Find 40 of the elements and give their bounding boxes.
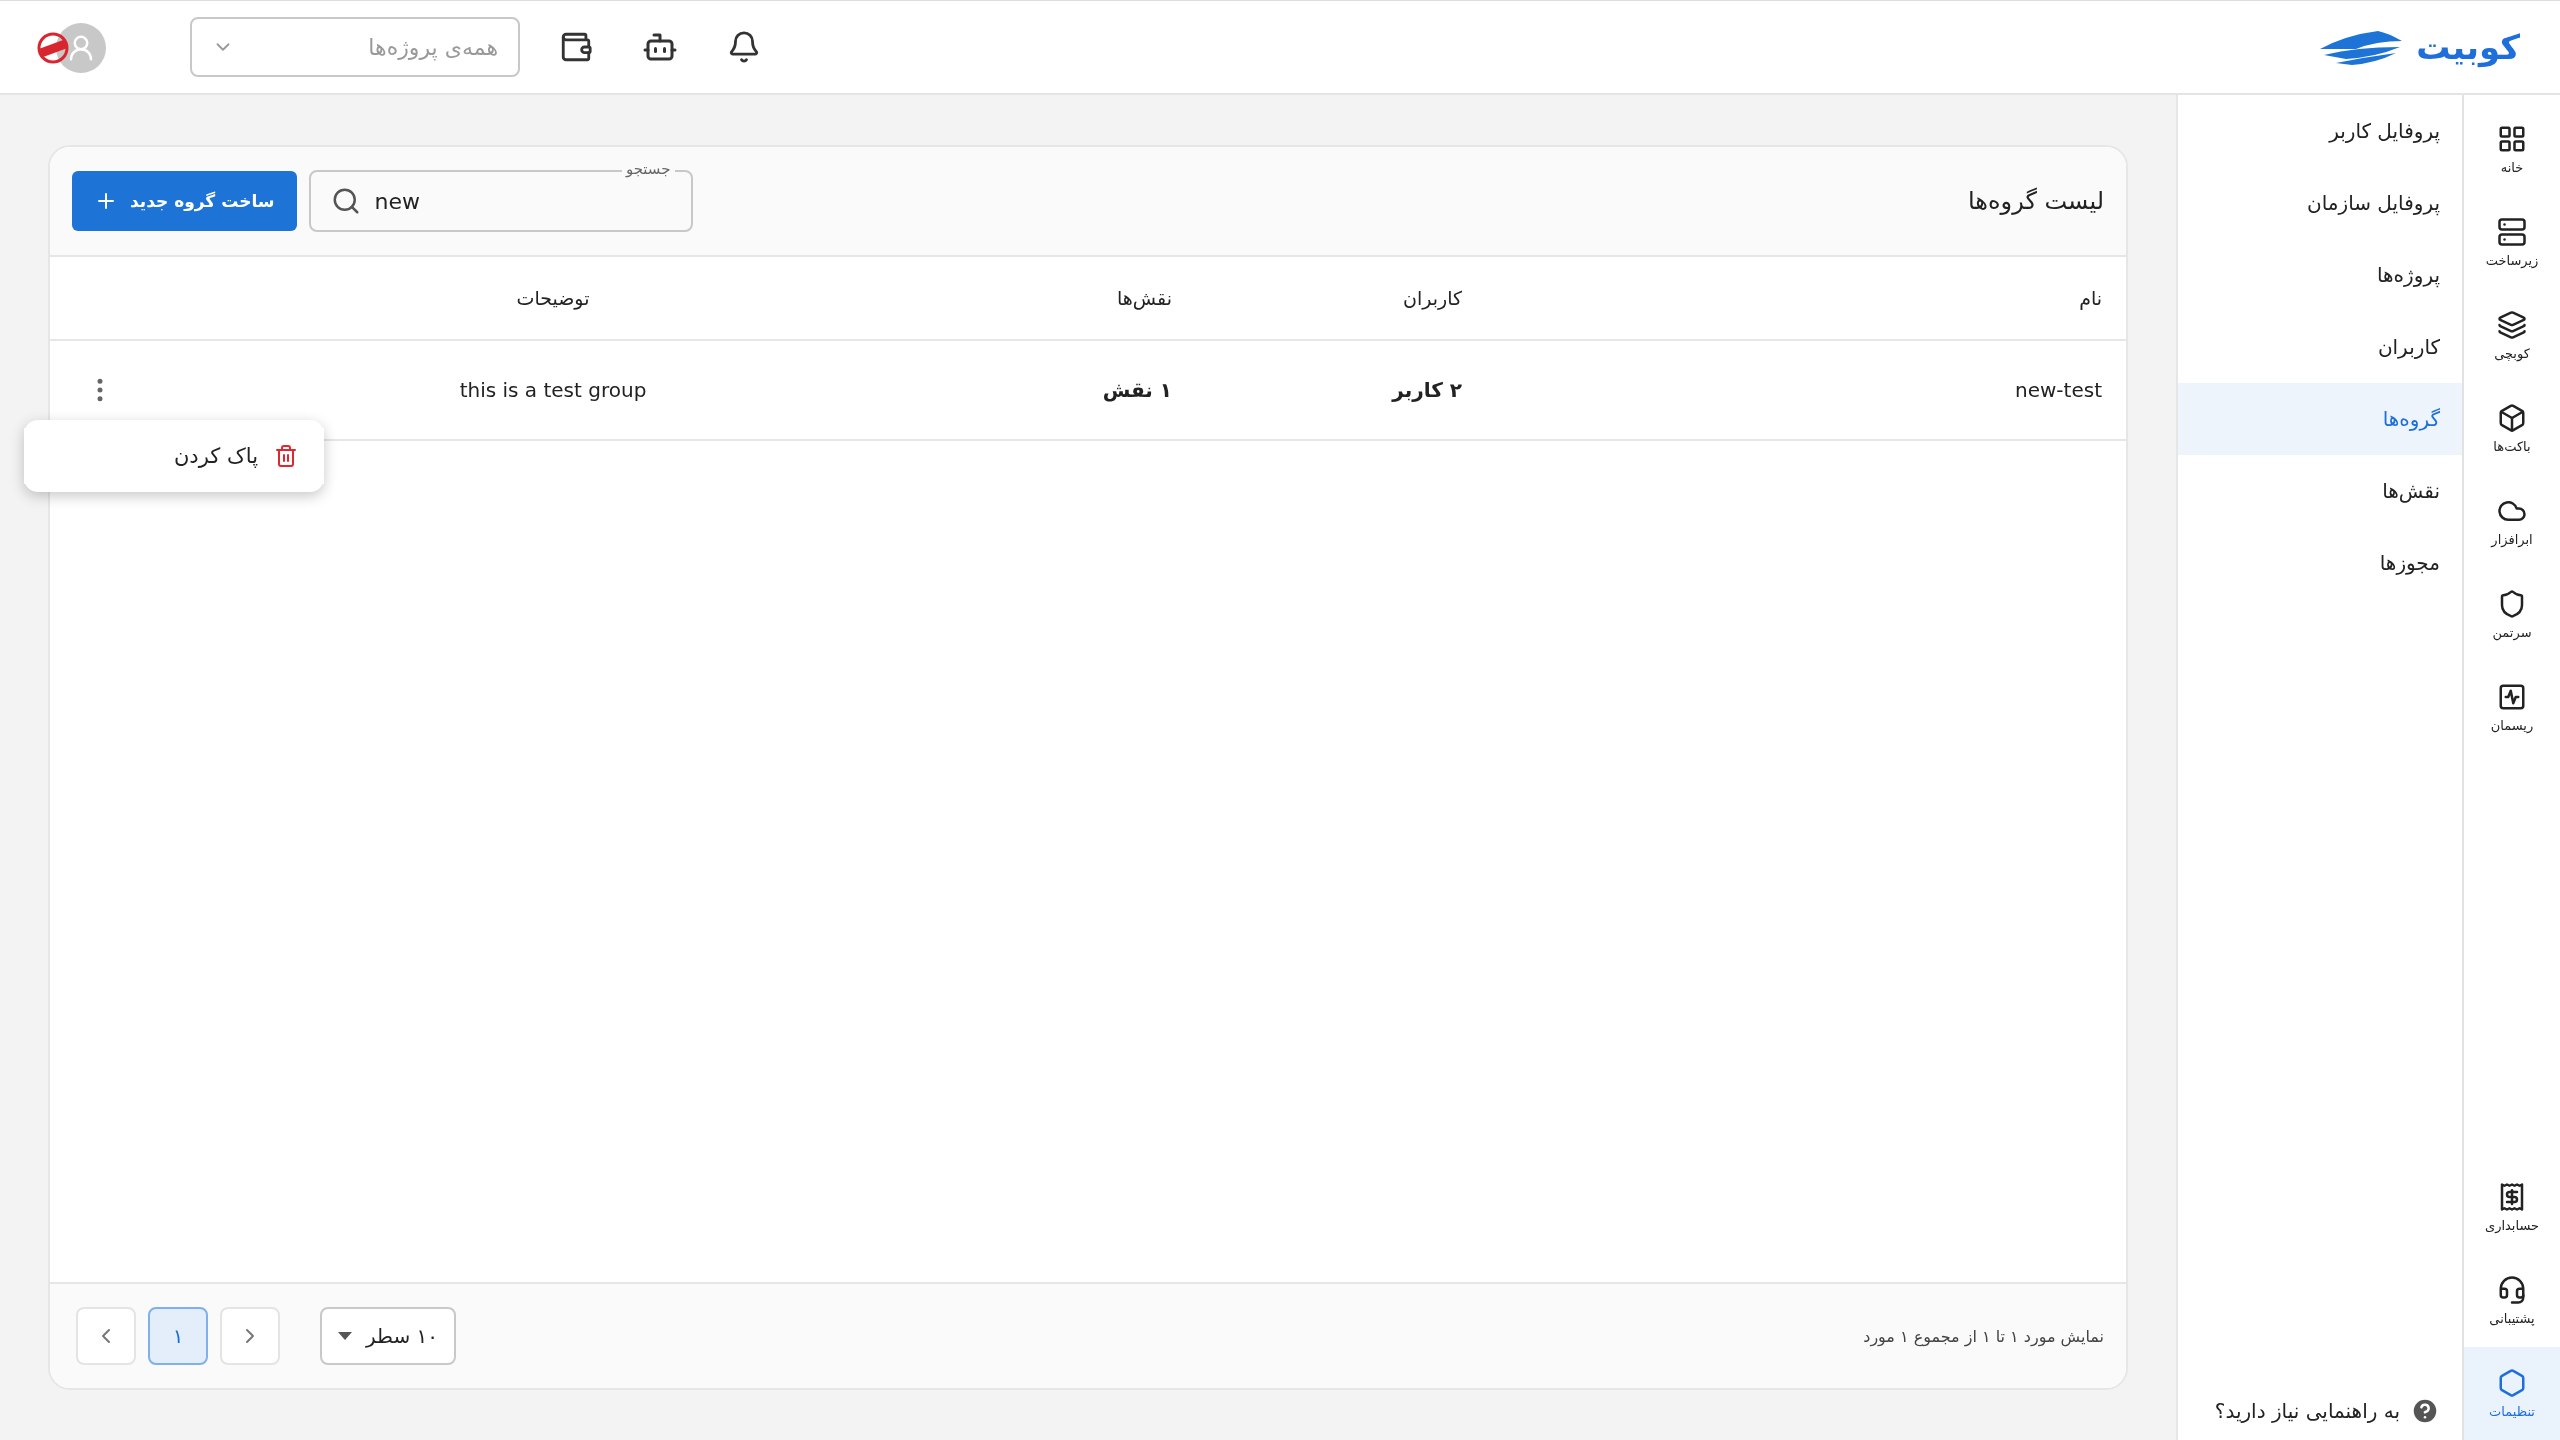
headset-icon — [2497, 1275, 2527, 1305]
rail-label: زیرساخت — [2485, 253, 2539, 268]
column-header: کاربران — [1402, 287, 1463, 309]
rail-label: کوبچی — [2494, 346, 2530, 361]
column-header: نقش‌ها — [1116, 287, 1173, 309]
rail-label: ابرافزار — [2491, 532, 2533, 547]
column-header: نام — [2078, 287, 2103, 309]
delete-menu-item[interactable]: پاک کردن — [24, 428, 324, 484]
trash-icon — [274, 444, 298, 468]
rail-label: سرتمن — [2492, 625, 2532, 640]
avatar[interactable] — [56, 23, 106, 73]
table-cell-text: ۲ کاربر — [1390, 378, 1463, 402]
rail-label: حسابداری — [2484, 1218, 2540, 1233]
table-cell-text: this is a test group — [458, 378, 648, 402]
rail-label: تنظیمات — [2489, 1404, 2535, 1419]
rail-item[interactable]: تنظیمات — [2464, 1347, 2560, 1440]
rail-label: پشتیبانی — [2489, 1311, 2535, 1326]
rows-per-page-select[interactable]: ۱۰ سطر — [320, 1307, 456, 1365]
search-input[interactable]: new — [372, 187, 653, 215]
rail-label: باکت‌ها — [2493, 439, 2531, 454]
create-group-button[interactable]: ساخت گروه جدید — [72, 171, 297, 231]
caret-icon — [338, 1332, 352, 1340]
page-button[interactable]: ۱ — [148, 1307, 208, 1365]
table-cell-text: ۱ نقش — [1101, 378, 1173, 402]
rail-label: ریسمان — [2490, 718, 2534, 733]
submenu-item[interactable]: گروه‌ها — [2178, 383, 2462, 455]
column-header: توضیحات — [515, 287, 591, 309]
pagination-summary: نمایش مورد ۱ تا ۱ از مجموع ۱ مورد — [1863, 1326, 2104, 1346]
logo-text: کوبیت — [2416, 27, 2520, 67]
table-cell-text: new-test — [2014, 378, 2103, 402]
pulse-icon — [2497, 682, 2527, 712]
hexagon-icon — [2497, 1368, 2527, 1398]
card-title: لیست گروه‌ها — [1968, 187, 2104, 215]
help-link[interactable]: به راهنمایی نیاز دارید؟ — [2178, 1396, 2462, 1426]
layers-icon — [2497, 310, 2527, 340]
help-icon — [2410, 1396, 2440, 1426]
cube-icon — [2497, 403, 2527, 433]
grid-icon — [2497, 124, 2527, 154]
server-icon — [2497, 217, 2527, 247]
rail-label: خانه — [2500, 160, 2524, 175]
